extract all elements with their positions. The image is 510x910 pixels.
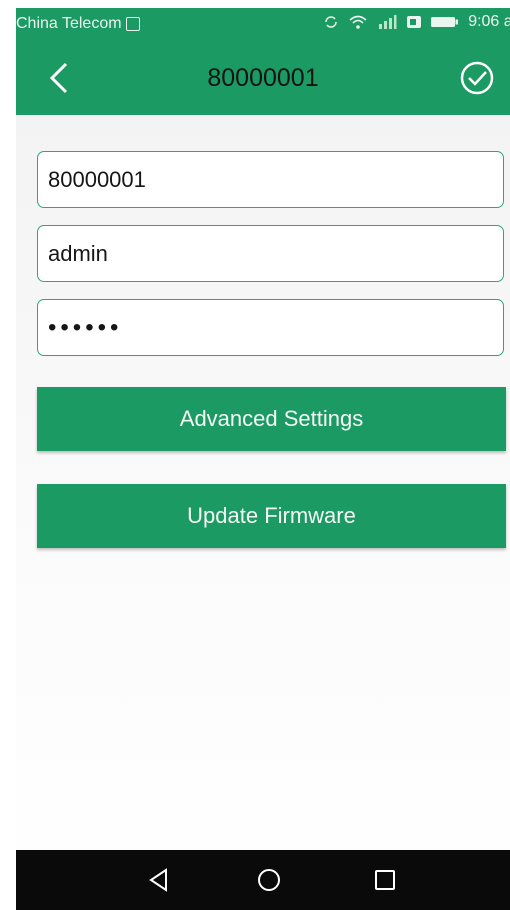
circle-home-icon — [258, 869, 280, 891]
signal-icon — [379, 15, 397, 29]
confirm-button[interactable] — [458, 59, 496, 97]
device-id-input[interactable] — [48, 166, 493, 193]
notification-icon — [407, 16, 422, 28]
clock-label: 9:06 ar — [468, 13, 510, 30]
battery-icon — [431, 17, 459, 27]
username-input[interactable] — [48, 240, 493, 267]
navigation-bar — [16, 850, 510, 910]
square-recents-icon — [375, 870, 395, 890]
nav-home-button[interactable] — [254, 865, 284, 895]
triangle-back-icon — [149, 868, 167, 892]
wifi-icon — [349, 15, 367, 29]
username-field[interactable] — [37, 225, 504, 282]
password-field[interactable] — [37, 299, 504, 356]
sim-card-icon — [125, 17, 140, 31]
sync-icon — [325, 16, 337, 28]
phone-screen: China Telecom 9:06 a 80000001 80000001 a… — [16, 8, 510, 910]
advanced-settings-button[interactable]: Advanced Settings — [37, 387, 506, 451]
update-firmware-button[interactable]: Update Firmware — [37, 484, 506, 548]
check-circle-icon — [460, 61, 494, 95]
device-id-field[interactable] — [37, 151, 504, 208]
password-input[interactable] — [48, 313, 493, 342]
carrier-label: China Telecom — [16, 15, 122, 32]
status-icons: 9:06 ar — [323, 13, 510, 31]
carrier-info: China Telecom — [16, 15, 140, 33]
app-toolbar: 80000001 — [16, 40, 510, 115]
status-bar: China Telecom 9:06 a — [16, 8, 510, 40]
nav-recents-button[interactable] — [370, 865, 400, 895]
nav-back-button[interactable] — [144, 865, 174, 895]
page-title: 80000001 — [207, 64, 319, 92]
